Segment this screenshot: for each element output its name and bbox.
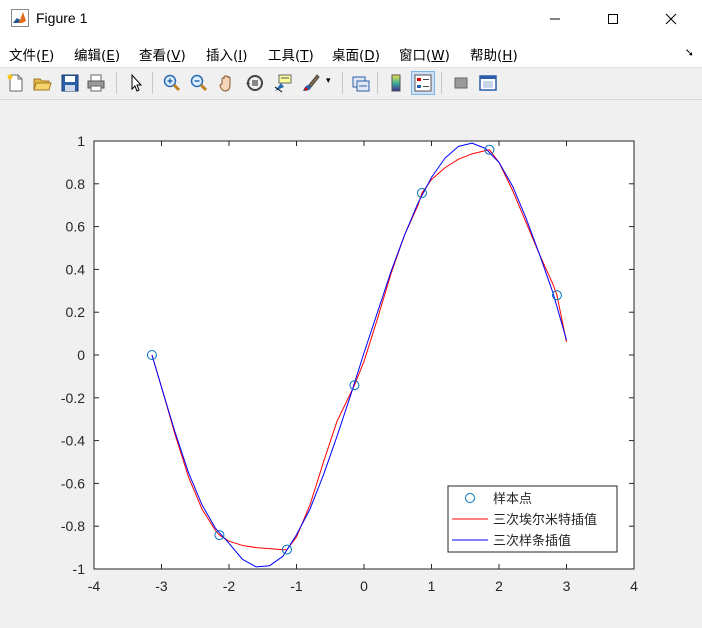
x-tick-label: 3 bbox=[563, 578, 571, 594]
open-file-icon[interactable] bbox=[30, 71, 54, 95]
y-tick-label: 0.6 bbox=[66, 219, 86, 235]
save-icon[interactable] bbox=[58, 71, 82, 95]
title-bar[interactable]: Figure 1 bbox=[0, 0, 702, 38]
menu-tools[interactable]: 工具(T) bbox=[268, 44, 314, 64]
brush-dropdown-icon[interactable]: ▾ bbox=[326, 76, 331, 86]
data-cursor-icon[interactable] bbox=[271, 71, 295, 95]
pan-hand-icon[interactable] bbox=[215, 71, 239, 95]
hide-plot-tools-icon[interactable] bbox=[449, 71, 473, 95]
x-tick-label: -1 bbox=[290, 578, 303, 594]
toolbar-separator bbox=[342, 72, 343, 94]
x-tick-label: 0 bbox=[360, 578, 368, 594]
legend[interactable]: 样本点三次埃尔米特插值三次样条插值 bbox=[447, 485, 618, 553]
x-tick-label: 2 bbox=[495, 578, 503, 594]
y-tick-label: -1 bbox=[73, 561, 86, 577]
y-tick-label: -0.8 bbox=[61, 518, 85, 534]
link-plot-icon[interactable] bbox=[349, 71, 373, 95]
toolbar-separator bbox=[116, 72, 117, 94]
legend-icon[interactable] bbox=[411, 71, 435, 95]
maximize-button[interactable] bbox=[590, 0, 636, 38]
menu-help[interactable]: 帮助(H) bbox=[470, 44, 518, 64]
y-tick-label: 0.4 bbox=[66, 261, 86, 277]
pointer-icon[interactable] bbox=[124, 71, 148, 95]
window-title: Figure 1 bbox=[36, 10, 88, 26]
y-tick-label: 0.2 bbox=[66, 304, 86, 320]
minimize-icon bbox=[550, 18, 560, 20]
legend-label: 样本点 bbox=[493, 492, 532, 507]
y-tick-label: 0.8 bbox=[66, 176, 86, 192]
menu-window[interactable]: 窗口(W) bbox=[399, 44, 450, 64]
matlab-icon bbox=[11, 9, 29, 27]
brush-icon[interactable] bbox=[299, 71, 323, 95]
zoom-out-icon[interactable] bbox=[187, 71, 211, 95]
y-tick-label: -0.6 bbox=[61, 475, 85, 491]
legend-label: 三次埃尔米特插值 bbox=[493, 512, 597, 528]
toolbar-separator bbox=[152, 72, 153, 94]
x-tick-label: 1 bbox=[428, 578, 436, 594]
show-plot-tools-icon[interactable] bbox=[476, 71, 500, 95]
close-button[interactable] bbox=[648, 0, 694, 38]
y-tick-label: -0.4 bbox=[61, 433, 85, 449]
menu-edit[interactable]: 编辑(E) bbox=[74, 44, 120, 64]
x-tick-label: -3 bbox=[155, 578, 168, 594]
menu-file[interactable]: 文件(F) bbox=[9, 44, 54, 64]
minimize-button[interactable] bbox=[532, 0, 578, 38]
x-tick-label: -4 bbox=[88, 578, 101, 594]
toolbar-separator bbox=[441, 72, 442, 94]
maximize-icon bbox=[608, 14, 618, 24]
y-tick-label: 1 bbox=[77, 133, 85, 149]
menu-view[interactable]: 查看(V) bbox=[139, 44, 186, 64]
colorbar-icon[interactable] bbox=[384, 71, 408, 95]
x-tick-label: -2 bbox=[223, 578, 236, 594]
menu-bar: 文件(F) 编辑(E) 查看(V) 插入(I) 工具(T) 桌面(D) 窗口(W… bbox=[0, 38, 702, 68]
new-figure-icon[interactable] bbox=[4, 71, 28, 95]
y-tick-label: -0.2 bbox=[61, 390, 85, 406]
y-tick-label: 0 bbox=[77, 347, 85, 363]
close-icon bbox=[665, 13, 677, 25]
legend-label: 三次样条插值 bbox=[493, 533, 571, 549]
menu-insert[interactable]: 插入(I) bbox=[206, 44, 248, 64]
toolbar-separator bbox=[377, 72, 378, 94]
menu-desktop[interactable]: 桌面(D) bbox=[332, 44, 380, 64]
zoom-in-icon[interactable] bbox=[160, 71, 184, 95]
rotate-3d-icon[interactable] bbox=[243, 71, 267, 95]
dock-arrow-icon[interactable]: ➘ bbox=[685, 46, 694, 59]
figure-canvas: -4 -3 -2 -1 0 1 2 3 4 -1 -0.8 -0.6 -0.4 -0.2 0 0.2 0.4 0.… bbox=[61, 133, 638, 594]
x-tick-label: 4 bbox=[630, 578, 638, 594]
print-icon[interactable] bbox=[84, 71, 108, 95]
figure-toolbar: ▾ bbox=[0, 68, 702, 100]
